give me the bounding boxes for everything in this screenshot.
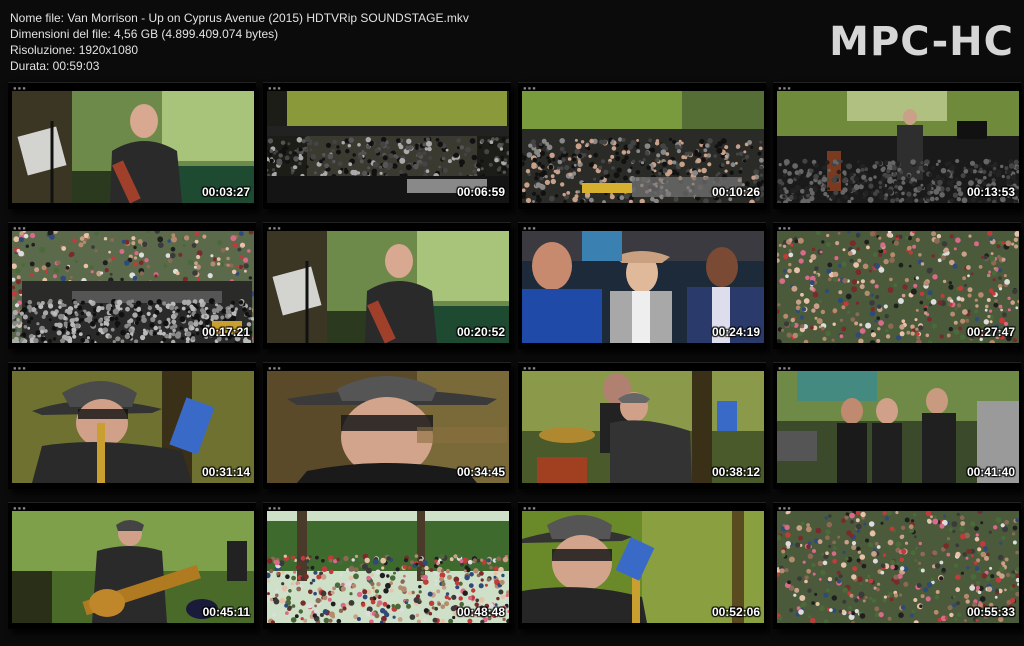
thumbnail-image: 00:41:40 [777, 371, 1019, 483]
thumbnail-cell: ▪▪▪ 00:52:06 [512, 500, 767, 640]
thumbnail-frame: ▪▪▪ 00:52:06 [518, 502, 766, 629]
thumbnail-timestamp: 00:41:40 [966, 465, 1015, 479]
thumbnail-frame: ▪▪▪ 00:06:59 [263, 82, 511, 209]
thumbnail-timestamp: 00:52:06 [711, 605, 760, 619]
thumbnail-cell: ▪▪▪ 00:34:45 [257, 360, 512, 500]
thumbnail-frame: ▪▪▪ 00:41:40 [773, 362, 1021, 489]
thumbnail-cell: ▪▪▪ 00:55:33 [767, 500, 1022, 640]
thumbnail-frame: ▪▪▪ 00:20:52 [263, 222, 511, 349]
file-info: Nome file: Van Morrison - Up on Cyprus A… [10, 10, 469, 74]
thumbnail-timestamp: 00:31:14 [201, 465, 250, 479]
thumbnail-cell: ▪▪▪ 00:13:53 [767, 80, 1022, 220]
thumbnail-frame: ▪▪▪ 00:27:47 [773, 222, 1021, 349]
thumbnail-grid: ▪▪▪ 00:03:27 ▪▪▪ 00:06:59 ▪▪▪ 00:10:26 ▪▪▪ [2, 80, 1022, 642]
thumbnail-frame: ▪▪▪ 00:55:33 [773, 502, 1021, 629]
thumbnail-cell: ▪▪▪ 00:38:12 [512, 360, 767, 500]
thumbnail-timestamp: 00:06:59 [456, 185, 505, 199]
thumbnail-frame: ▪▪▪ 00:48:48 [263, 502, 511, 629]
thumbnail-frame: ▪▪▪ 00:34:45 [263, 362, 511, 489]
thumbnail-image: 00:31:14 [12, 371, 254, 483]
thumbnail-frame: ▪▪▪ 00:03:27 [8, 82, 256, 209]
thumbnail-image: 00:45:11 [12, 511, 254, 623]
thumbnail-cell: ▪▪▪ 00:10:26 [512, 80, 767, 220]
thumbnail-cell: ▪▪▪ 00:31:14 [2, 360, 257, 500]
thumbnail-timestamp: 00:10:26 [711, 185, 760, 199]
thumbnail-cell: ▪▪▪ 00:27:47 [767, 220, 1022, 360]
thumbnail-frame: ▪▪▪ 00:38:12 [518, 362, 766, 489]
thumbnail-timestamp: 00:03:27 [201, 185, 250, 199]
thumbnail-timestamp: 00:13:53 [966, 185, 1015, 199]
thumbnail-frame: ▪▪▪ 00:17:21 [8, 222, 256, 349]
thumbnail-cell: ▪▪▪ 00:48:48 [257, 500, 512, 640]
thumbnail-image: 00:13:53 [777, 91, 1019, 203]
thumbnail-image: 00:38:12 [522, 371, 764, 483]
thumbnail-image: 00:24:19 [522, 231, 764, 343]
thumbnail-timestamp: 00:38:12 [711, 465, 760, 479]
thumbnail-timestamp: 00:45:11 [202, 605, 250, 619]
file-duration: Durata: 00:59:03 [10, 59, 100, 73]
thumbnail-timestamp: 00:24:19 [711, 325, 760, 339]
thumbnail-timestamp: 00:34:45 [456, 465, 505, 479]
thumbnail-frame: ▪▪▪ 00:13:53 [773, 82, 1021, 209]
thumbnail-image: 00:03:27 [12, 91, 254, 203]
thumbnail-image: 00:27:47 [777, 231, 1019, 343]
file-size: Dimensioni del file: 4,56 GB (4.899.409.… [10, 27, 279, 41]
thumbnail-image: 00:48:48 [267, 511, 509, 623]
thumbnail-image: 00:20:52 [267, 231, 509, 343]
mpc-hc-logo: MPC-HC [829, 19, 1014, 65]
thumbnail-timestamp: 00:48:48 [456, 605, 505, 619]
thumbnail-frame: ▪▪▪ 00:10:26 [518, 82, 766, 209]
thumbnail-cell: ▪▪▪ 00:20:52 [257, 220, 512, 360]
thumbnail-image: 00:17:21 [12, 231, 254, 343]
thumbnail-timestamp: 00:20:52 [456, 325, 505, 339]
thumbnail-frame: ▪▪▪ 00:24:19 [518, 222, 766, 349]
thumbnail-cell: ▪▪▪ 00:06:59 [257, 80, 512, 220]
thumbnail-image: 00:06:59 [267, 91, 509, 203]
thumbnail-image: 00:55:33 [777, 511, 1019, 623]
thumbnail-frame: ▪▪▪ 00:45:11 [8, 502, 256, 629]
thumbnail-frame: ▪▪▪ 00:31:14 [8, 362, 256, 489]
thumbnail-image: 00:52:06 [522, 511, 764, 623]
thumbnail-cell: ▪▪▪ 00:41:40 [767, 360, 1022, 500]
file-name: Nome file: Van Morrison - Up on Cyprus A… [10, 11, 469, 25]
thumbnail-timestamp: 00:17:21 [201, 325, 250, 339]
thumbnail-timestamp: 00:27:47 [966, 325, 1015, 339]
thumbnail-image: 00:34:45 [267, 371, 509, 483]
thumbnail-image: 00:10:26 [522, 91, 764, 203]
thumbnail-cell: ▪▪▪ 00:24:19 [512, 220, 767, 360]
file-resolution: Risoluzione: 1920x1080 [10, 43, 139, 57]
thumbnail-cell: ▪▪▪ 00:17:21 [2, 220, 257, 360]
thumbnail-cell: ▪▪▪ 00:03:27 [2, 80, 257, 220]
thumbnail-cell: ▪▪▪ 00:45:11 [2, 500, 257, 640]
thumbnail-timestamp: 00:55:33 [966, 605, 1015, 619]
